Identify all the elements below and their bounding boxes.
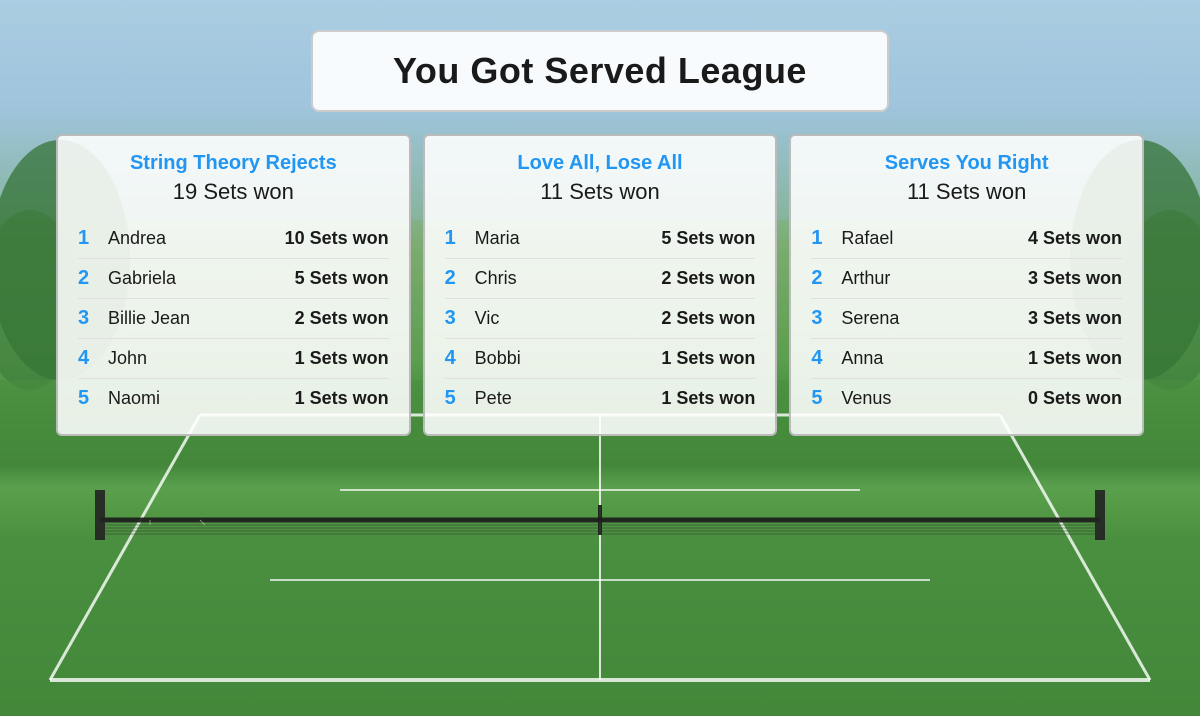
player-rank: 5 [811, 387, 841, 410]
player-sets: 0 Sets won [1028, 388, 1122, 409]
player-rank: 3 [78, 307, 108, 330]
player-row: 5Pete1 Sets won [445, 379, 756, 418]
player-rank: 1 [445, 227, 475, 250]
player-row: 1Andrea10 Sets won [78, 219, 389, 259]
player-row: 4John1 Sets won [78, 339, 389, 379]
player-name: Naomi [108, 388, 295, 409]
team-sets-won-string-theory-rejects: 19 Sets won [78, 179, 389, 205]
player-name: Serena [841, 308, 1028, 329]
player-sets: 1 Sets won [295, 348, 389, 369]
team-name-string-theory-rejects: String Theory Rejects [78, 152, 389, 175]
player-rank: 1 [811, 227, 841, 250]
player-row: 3Serena3 Sets won [811, 299, 1122, 339]
page-wrapper: You Got Served League String Theory Reje… [0, 0, 1200, 716]
player-sets: 1 Sets won [1028, 348, 1122, 369]
team-sets-won-love-all-lose-all: 11 Sets won [445, 179, 756, 205]
player-rank: 2 [811, 267, 841, 290]
player-row: 1Rafael4 Sets won [811, 219, 1122, 259]
player-sets: 2 Sets won [661, 308, 755, 329]
player-name: Pete [475, 388, 662, 409]
teams-container: String Theory Rejects19 Sets won1Andrea1… [50, 134, 1150, 436]
player-name: Arthur [841, 268, 1028, 289]
player-sets: 4 Sets won [1028, 228, 1122, 249]
player-rank: 3 [445, 307, 475, 330]
player-sets: 2 Sets won [295, 308, 389, 329]
player-row: 3Vic2 Sets won [445, 299, 756, 339]
player-row: 4Anna1 Sets won [811, 339, 1122, 379]
player-name: Venus [841, 388, 1028, 409]
player-name: Rafael [841, 228, 1028, 249]
player-rank: 4 [445, 347, 475, 370]
team-panel-string-theory-rejects: String Theory Rejects19 Sets won1Andrea1… [56, 134, 411, 436]
player-rank: 1 [78, 227, 108, 250]
player-name: Chris [475, 268, 662, 289]
player-row: 2Arthur3 Sets won [811, 259, 1122, 299]
team-name-serves-you-right: Serves You Right [811, 152, 1122, 175]
player-sets: 3 Sets won [1028, 268, 1122, 289]
player-sets: 1 Sets won [661, 348, 755, 369]
player-row: 4Bobbi1 Sets won [445, 339, 756, 379]
team-sets-won-serves-you-right: 11 Sets won [811, 179, 1122, 205]
player-row: 5Naomi1 Sets won [78, 379, 389, 418]
player-row: 2Chris2 Sets won [445, 259, 756, 299]
player-row: 3Billie Jean2 Sets won [78, 299, 389, 339]
team-name-love-all-lose-all: Love All, Lose All [445, 152, 756, 175]
player-name: John [108, 348, 295, 369]
player-sets: 3 Sets won [1028, 308, 1122, 329]
player-sets: 1 Sets won [661, 388, 755, 409]
player-sets: 5 Sets won [295, 268, 389, 289]
team-panel-serves-you-right: Serves You Right11 Sets won1Rafael4 Sets… [789, 134, 1144, 436]
player-name: Gabriela [108, 268, 295, 289]
player-sets: 10 Sets won [285, 228, 389, 249]
player-rank: 3 [811, 307, 841, 330]
player-sets: 5 Sets won [661, 228, 755, 249]
player-row: 1Maria5 Sets won [445, 219, 756, 259]
player-row: 2Gabriela5 Sets won [78, 259, 389, 299]
player-rank: 2 [445, 267, 475, 290]
player-row: 5Venus0 Sets won [811, 379, 1122, 418]
page-title: You Got Served League [393, 50, 807, 92]
player-rank: 5 [78, 387, 108, 410]
player-sets: 2 Sets won [661, 268, 755, 289]
player-name: Billie Jean [108, 308, 295, 329]
player-name: Anna [841, 348, 1028, 369]
team-panel-love-all-lose-all: Love All, Lose All11 Sets won1Maria5 Set… [423, 134, 778, 436]
title-box: You Got Served League [311, 30, 889, 112]
player-name: Vic [475, 308, 662, 329]
player-rank: 5 [445, 387, 475, 410]
player-name: Bobbi [475, 348, 662, 369]
player-rank: 4 [78, 347, 108, 370]
player-sets: 1 Sets won [295, 388, 389, 409]
player-rank: 4 [811, 347, 841, 370]
player-name: Maria [475, 228, 662, 249]
player-rank: 2 [78, 267, 108, 290]
player-name: Andrea [108, 228, 285, 249]
